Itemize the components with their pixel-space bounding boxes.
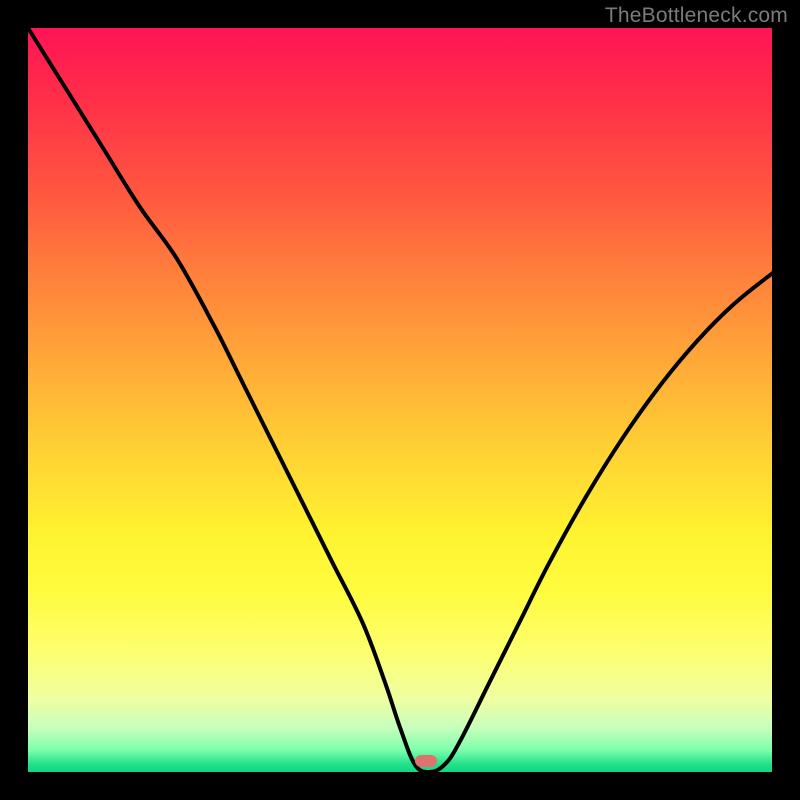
optimum-marker (415, 755, 437, 767)
bottleneck-curve (28, 28, 772, 772)
chart-frame: TheBottleneck.com (0, 0, 800, 800)
watermark-text: TheBottleneck.com (605, 4, 788, 28)
plot-area (28, 28, 772, 772)
